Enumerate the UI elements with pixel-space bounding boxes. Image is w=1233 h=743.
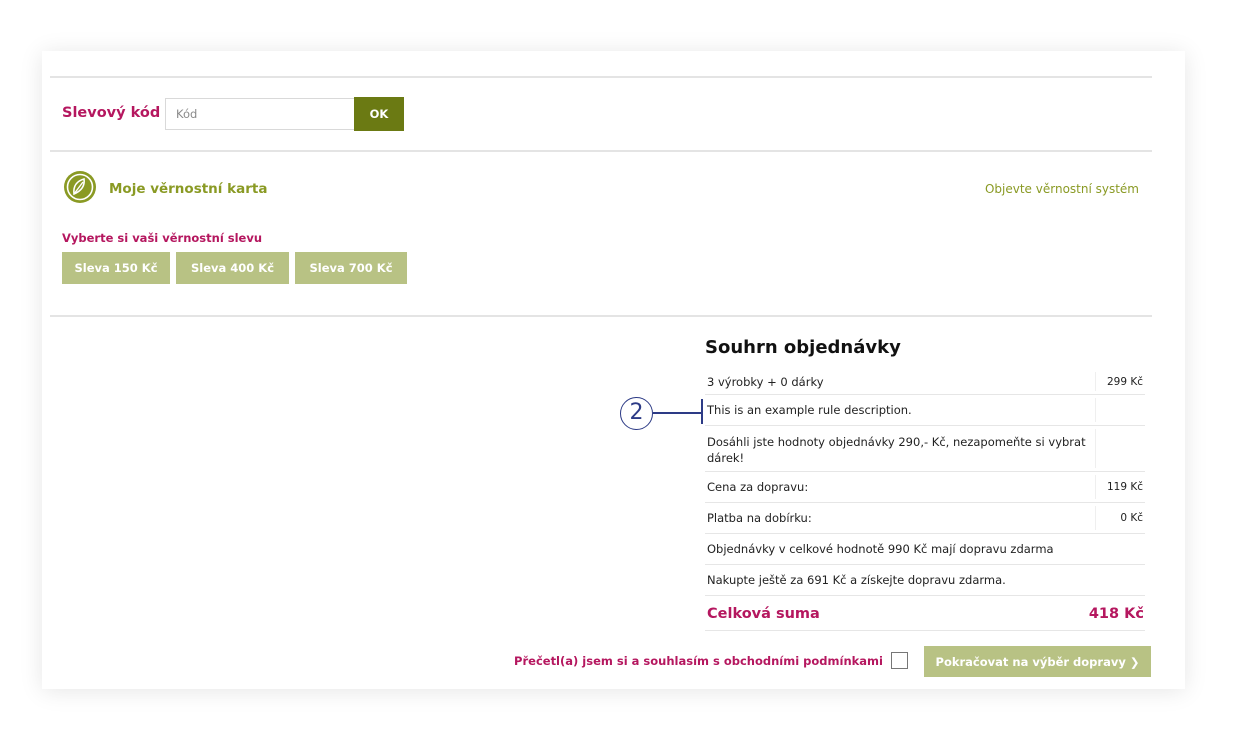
summary-row-free-shipping-remaining: Nakupte ještě za 691 Kč a získejte dopra…	[705, 565, 1145, 596]
total-value: 418 Kč	[1088, 606, 1144, 622]
summary-row-label: Nakupte ještě za 691 Kč a získejte dopra…	[707, 573, 1006, 587]
summary-row-label: This is an example rule description.	[707, 403, 912, 417]
column-divider	[1095, 372, 1096, 391]
summary-row-shipping: Cena za dopravu: 119 Kč	[705, 472, 1145, 503]
summary-row-free-shipping-info: Objednávky v celkové hodnotě 990 Kč mají…	[705, 534, 1145, 565]
summary-row-label: Platba na dobírku:	[707, 511, 812, 525]
divider	[50, 315, 1152, 317]
discount-code-input[interactable]	[165, 98, 355, 130]
summary-row-payment: Platba na dobírku: 0 Kč	[705, 503, 1145, 534]
total-label: Celková suma	[707, 606, 820, 622]
continue-to-shipping-button[interactable]: Pokračovat na výběr dopravy ❯	[924, 646, 1151, 677]
order-summary-title: Souhrn objednávky	[705, 337, 901, 358]
loyalty-discount-400-button[interactable]: Sleva 400 Kč	[176, 252, 289, 284]
summary-row-products: 3 výrobky + 0 dárky 299 Kč	[705, 369, 1145, 395]
annotation-marker: 2	[620, 397, 653, 430]
divider	[705, 630, 1145, 631]
loyalty-card-title: Moje věrnostní karta	[109, 181, 268, 197]
summary-row-rule: This is an example rule description.	[705, 395, 1145, 426]
annotation-leader-line	[653, 412, 702, 414]
column-divider	[1095, 429, 1096, 468]
cart-panel: Slevový kód OK Moje věrnostní karta Obje…	[42, 51, 1185, 689]
summary-row-label: Objednávky v celkové hodnotě 990 Kč mají…	[707, 542, 1054, 556]
divider	[50, 76, 1152, 78]
loyalty-system-link[interactable]: Objevte věrnostní systém	[985, 182, 1139, 196]
column-divider	[1095, 475, 1096, 499]
summary-row-label: 3 výrobky + 0 dárky	[707, 374, 824, 389]
summary-row-gift-notice: Dosáhli jste hodnoty objednávky 290,- Kč…	[705, 426, 1145, 472]
terms-label: Přečetl(a) jsem si a souhlasím s obchodn…	[514, 654, 883, 668]
divider	[50, 150, 1152, 152]
summary-row-value: 0 Kč	[1120, 512, 1143, 524]
column-divider	[1095, 398, 1096, 422]
leaf-icon	[64, 171, 96, 203]
summary-row-label: Cena za dopravu:	[707, 480, 809, 494]
summary-row-value: 299 Kč	[1106, 375, 1143, 388]
annotation-bracket	[701, 399, 703, 424]
loyalty-discount-150-button[interactable]: Sleva 150 Kč	[62, 252, 170, 284]
summary-row-value: 119 Kč	[1106, 481, 1143, 493]
discount-code-label: Slevový kód	[62, 105, 161, 121]
loyalty-discount-subtitle: Vyberte si vaši věrnostní slevu	[62, 231, 263, 245]
column-divider	[1095, 506, 1096, 530]
loyalty-discount-700-button[interactable]: Sleva 700 Kč	[295, 252, 407, 284]
summary-row-label: Dosáhli jste hodnoty objednávky 290,- Kč…	[707, 435, 1086, 465]
terms-checkbox[interactable]	[891, 652, 908, 669]
apply-code-button[interactable]: OK	[354, 97, 404, 131]
